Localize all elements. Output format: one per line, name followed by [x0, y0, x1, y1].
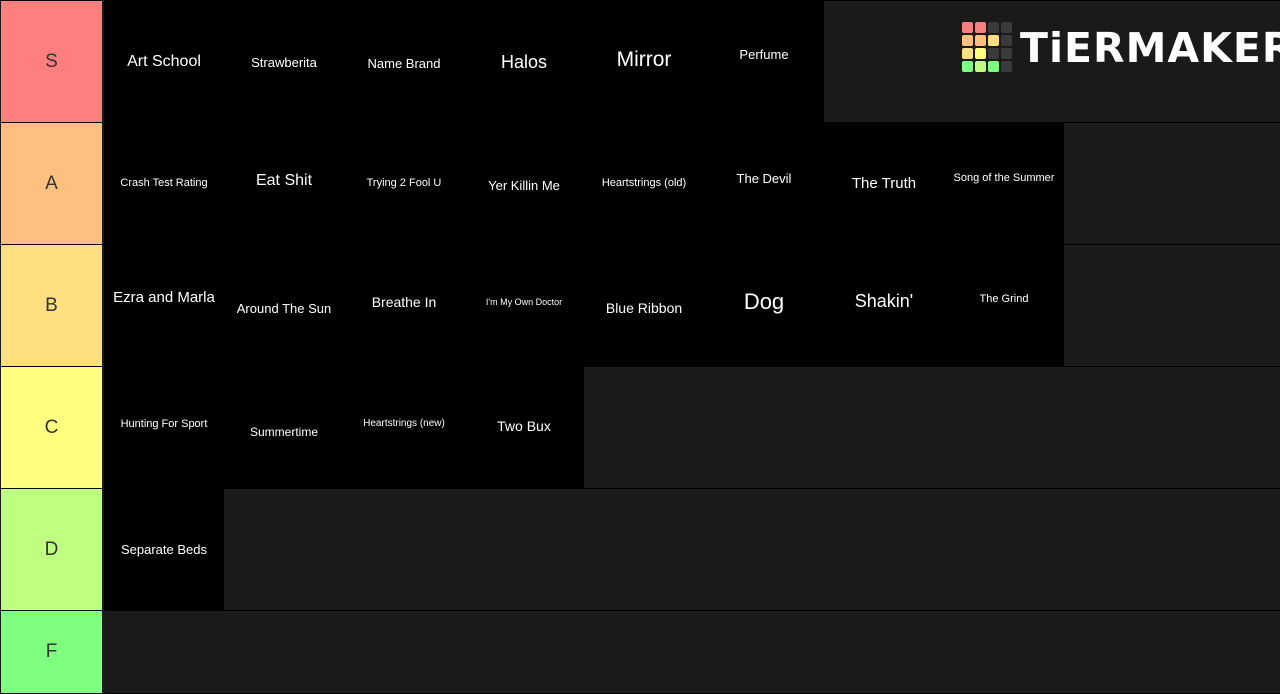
- tier-items-d: Separate Beds: [104, 489, 224, 610]
- tier-item-label: Strawberita: [251, 55, 317, 70]
- tier-item-label: Around The Sun: [236, 301, 332, 316]
- logo-grid-cell: [962, 61, 973, 72]
- tier-row-f: F: [0, 611, 1280, 693]
- tier-item-label: The Grind: [979, 293, 1029, 305]
- tier-item[interactable]: Name Brand: [344, 1, 464, 122]
- logo-grid-cell: [1001, 35, 1012, 46]
- tier-item[interactable]: Eat Shit: [224, 123, 344, 244]
- logo-grid-cell: [962, 48, 973, 59]
- logo-grid-cell: [1001, 22, 1012, 33]
- logo-grid-cell: [975, 22, 986, 33]
- tier-item-label: I'm My Own Doctor: [485, 297, 563, 307]
- tier-list-board: S Art School Strawberita Name Brand Halo…: [0, 0, 1280, 694]
- tiermaker-logo[interactable]: TiERMAKER: [962, 22, 1280, 74]
- logo-grid-cell: [988, 48, 999, 59]
- tier-item[interactable]: Separate Beds: [104, 489, 224, 610]
- logo-grid-icon: [962, 22, 1014, 74]
- tier-items-s: Art School Strawberita Name Brand Halos …: [104, 1, 824, 122]
- tier-item-label: Trying 2 Fool U: [366, 177, 442, 189]
- tier-item[interactable]: Two Bux: [464, 367, 584, 488]
- tier-item[interactable]: Dog: [704, 245, 824, 366]
- logo-grid-cell: [962, 22, 973, 33]
- logo-grid-cell: [988, 22, 999, 33]
- tier-item-label: Heartstrings (new): [363, 418, 445, 429]
- tier-label-d[interactable]: D: [1, 489, 102, 610]
- tier-item[interactable]: Crash Test Rating: [104, 123, 224, 244]
- tier-label-f[interactable]: F: [1, 611, 102, 693]
- tier-label-c[interactable]: C: [1, 367, 102, 488]
- tier-row-a: A Crash Test Rating Eat Shit Trying 2 Fo…: [0, 123, 1280, 244]
- tier-item-label: Breathe In: [371, 294, 437, 310]
- tier-item-label: Song of the Summer: [953, 172, 1055, 184]
- tier-item-label: The Devil: [736, 171, 792, 186]
- tier-item-label: Art School: [127, 53, 201, 70]
- tier-item-label: Perfume: [739, 47, 789, 62]
- tier-item-label: Two Bux: [497, 418, 551, 434]
- tier-item-label: Dog: [743, 289, 785, 314]
- tier-label-s[interactable]: S: [1, 1, 102, 122]
- tier-row-b: B Ezra and Marla Around The Sun Breathe …: [0, 245, 1280, 366]
- tier-item-label: Eat Shit: [255, 172, 313, 189]
- logo-text: TiERMAKER: [1020, 24, 1280, 72]
- tier-item-label: Blue Ribbon: [605, 300, 683, 316]
- tier-item[interactable]: Breathe In: [344, 245, 464, 366]
- tier-item-label: Ezra and Marla: [113, 289, 215, 306]
- tier-item[interactable]: Heartstrings (old): [584, 123, 704, 244]
- tier-items-c: Hunting For Sport Summertime Heartstring…: [104, 367, 584, 488]
- logo-grid-cell: [975, 48, 986, 59]
- logo-grid-cell: [1001, 48, 1012, 59]
- logo-grid-cell: [962, 35, 973, 46]
- tier-item[interactable]: Art School: [104, 1, 224, 122]
- tier-item-label: Crash Test Rating: [120, 177, 208, 189]
- tier-items-b: Ezra and Marla Around The Sun Breathe In…: [104, 245, 1064, 366]
- tier-item[interactable]: Halos: [464, 1, 584, 122]
- tier-label-a[interactable]: A: [1, 123, 102, 244]
- tier-item[interactable]: Strawberita: [224, 1, 344, 122]
- logo-grid-cell: [988, 61, 999, 72]
- tier-item-label: Yer Killin Me: [488, 178, 560, 193]
- tier-item[interactable]: The Grind: [944, 245, 1064, 366]
- tier-item[interactable]: Heartstrings (new): [344, 367, 464, 488]
- tier-item-label: Mirror: [616, 48, 672, 71]
- tier-item[interactable]: The Truth: [824, 123, 944, 244]
- tier-items-a: Crash Test Rating Eat Shit Trying 2 Fool…: [104, 123, 1064, 244]
- tier-item[interactable]: I'm My Own Doctor: [464, 245, 584, 366]
- tier-item[interactable]: Perfume: [704, 1, 824, 122]
- tier-item[interactable]: Shakin': [824, 245, 944, 366]
- tier-item[interactable]: Yer Killin Me: [464, 123, 584, 244]
- tier-item[interactable]: Ezra and Marla: [104, 245, 224, 366]
- tier-item[interactable]: Trying 2 Fool U: [344, 123, 464, 244]
- tier-item-label: Heartstrings (old): [601, 177, 687, 189]
- tier-item-label: Name Brand: [367, 56, 441, 71]
- tier-item[interactable]: Hunting For Sport: [104, 367, 224, 488]
- tier-item[interactable]: Around The Sun: [224, 245, 344, 366]
- tier-item[interactable]: The Devil: [704, 123, 824, 244]
- tier-item-label: Shakin': [854, 291, 914, 311]
- tier-item[interactable]: Song of the Summer: [944, 123, 1064, 244]
- tier-item-label: The Truth: [851, 175, 917, 192]
- logo-grid-cell: [1001, 61, 1012, 72]
- tier-row-d: D Separate Beds: [0, 489, 1280, 610]
- tier-item[interactable]: Blue Ribbon: [584, 245, 704, 366]
- tier-row-c: C Hunting For Sport Summertime Heartstri…: [0, 367, 1280, 488]
- tier-item-label: Summertime: [249, 425, 318, 439]
- tier-item-label: Halos: [500, 52, 548, 72]
- tier-item[interactable]: Mirror: [584, 1, 704, 122]
- logo-grid-cell: [988, 35, 999, 46]
- tier-label-b[interactable]: B: [1, 245, 102, 366]
- logo-grid-cell: [975, 61, 986, 72]
- tier-item-label: Hunting For Sport: [120, 418, 208, 430]
- logo-grid-cell: [975, 35, 986, 46]
- tier-item-label: Separate Beds: [120, 542, 207, 557]
- tier-item[interactable]: Summertime: [224, 367, 344, 488]
